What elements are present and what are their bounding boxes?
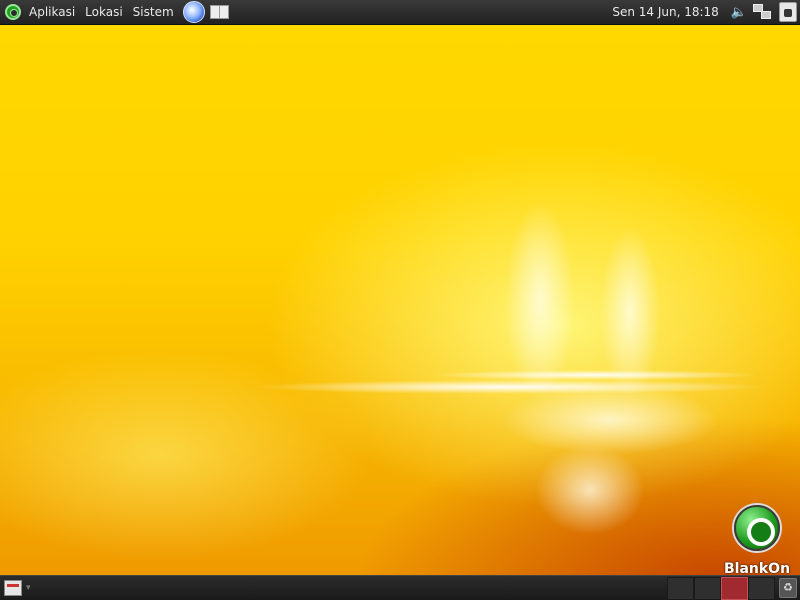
water-splash <box>535 445 645 535</box>
workspace-4[interactable] <box>748 576 775 600</box>
blankon-logo-icon[interactable] <box>5 4 21 20</box>
panel-handle[interactable]: ▾ <box>26 579 34 597</box>
top-panel: Aplikasi Lokasi Sistem Sen 14 Jun, 18:18… <box>0 0 800 25</box>
clock[interactable]: Sen 14 Jun, 18:18 <box>612 5 730 19</box>
power-icon[interactable] <box>779 2 797 22</box>
water-splash <box>500 385 720 455</box>
workspace-2[interactable] <box>694 576 721 600</box>
file-manager-icon[interactable] <box>209 3 231 21</box>
desktop-wallpaper[interactable] <box>0 25 800 575</box>
blankon-desktop-logo: BlankOn <box>722 505 792 577</box>
web-browser-icon[interactable] <box>182 1 205 23</box>
blankon-logo-icon <box>734 505 780 551</box>
volume-icon[interactable]: 🔈 <box>731 5 747 20</box>
menu-lokasi[interactable]: Lokasi <box>80 0 128 25</box>
bottom-panel: ▾ ♻ <box>0 575 800 600</box>
menu-aplikasi[interactable]: Aplikasi <box>24 0 80 25</box>
light-streak <box>430 370 760 380</box>
workspace-3[interactable] <box>721 576 748 600</box>
workspace-1[interactable] <box>667 576 694 600</box>
light-streak <box>250 380 770 394</box>
menu-sistem[interactable]: Sistem <box>128 0 179 25</box>
water-splash <box>505 200 575 400</box>
workspace-switcher[interactable] <box>667 576 775 600</box>
trash-icon[interactable]: ♻ <box>779 578 797 598</box>
show-desktop-icon[interactable] <box>4 580 22 596</box>
water-splash <box>600 225 660 400</box>
network-icon[interactable] <box>753 3 773 21</box>
